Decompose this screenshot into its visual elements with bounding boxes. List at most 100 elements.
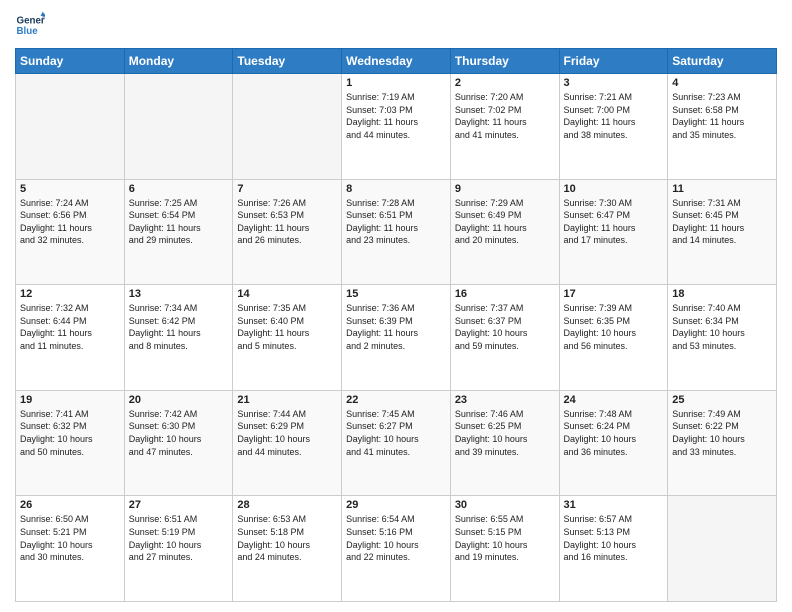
calendar-cell: 23 Sunrise: 7:46 AM Sunset: 6:25 PM Dayli… [450,390,559,496]
day-number: 31 [564,499,664,511]
day-number: 30 [455,499,555,511]
day-number: 15 [346,288,446,300]
day-info: Sunrise: 7:45 AM Sunset: 6:27 PM Dayligh… [346,408,446,458]
calendar-table: SundayMondayTuesdayWednesdayThursdayFrid… [15,48,777,602]
calendar-week-row: 5 Sunrise: 7:24 AM Sunset: 6:56 PM Daylig… [16,179,777,285]
calendar-cell: 7 Sunrise: 7:26 AM Sunset: 6:53 PM Daylig… [233,179,342,285]
calendar-week-row: 26 Sunrise: 6:50 AM Sunset: 5:21 PM Dayli… [16,496,777,602]
day-info: Sunrise: 7:19 AM Sunset: 7:03 PM Dayligh… [346,91,446,141]
day-number: 10 [564,183,664,195]
weekday-header: Friday [559,49,668,74]
day-info: Sunrise: 7:36 AM Sunset: 6:39 PM Dayligh… [346,302,446,352]
calendar-cell: 14 Sunrise: 7:35 AM Sunset: 6:40 PM Dayli… [233,285,342,391]
day-info: Sunrise: 7:46 AM Sunset: 6:25 PM Dayligh… [455,408,555,458]
day-info: Sunrise: 6:51 AM Sunset: 5:19 PM Dayligh… [129,513,229,563]
day-info: Sunrise: 7:44 AM Sunset: 6:29 PM Dayligh… [237,408,337,458]
calendar-cell: 26 Sunrise: 6:50 AM Sunset: 5:21 PM Dayli… [16,496,125,602]
calendar-cell: 16 Sunrise: 7:37 AM Sunset: 6:37 PM Dayli… [450,285,559,391]
weekday-header: Sunday [16,49,125,74]
day-number: 7 [237,183,337,195]
calendar-header-row: SundayMondayTuesdayWednesdayThursdayFrid… [16,49,777,74]
calendar-cell: 19Sunrise: 7:41 AM Sunset: 6:32 PM Dayli… [16,390,125,496]
day-info: Sunrise: 7:21 AM Sunset: 7:00 PM Dayligh… [564,91,664,141]
day-number: 3 [564,77,664,89]
calendar-cell: 6 Sunrise: 7:25 AM Sunset: 6:54 PM Daylig… [124,179,233,285]
calendar-cell: 12 Sunrise: 7:32 AM Sunset: 6:44 PM Dayli… [16,285,125,391]
day-info: Sunrise: 6:53 AM Sunset: 5:18 PM Dayligh… [237,513,337,563]
calendar-week-row: 19Sunrise: 7:41 AM Sunset: 6:32 PM Dayli… [16,390,777,496]
page-container: General Blue SundayMondayTuesdayWednesda… [0,0,792,612]
day-info: Sunrise: 6:54 AM Sunset: 5:16 PM Dayligh… [346,513,446,563]
day-number: 4 [672,77,772,89]
day-number: 14 [237,288,337,300]
day-info: Sunrise: 7:48 AM Sunset: 6:24 PM Dayligh… [564,408,664,458]
calendar-cell: 25 Sunrise: 7:49 AM Sunset: 6:22 PM Dayli… [668,390,777,496]
day-number: 26 [20,499,120,511]
day-info: Sunrise: 7:42 AM Sunset: 6:30 PM Dayligh… [129,408,229,458]
page-header: General Blue [15,10,777,40]
day-info: Sunrise: 7:39 AM Sunset: 6:35 PM Dayligh… [564,302,664,352]
day-info: Sunrise: 7:23 AM Sunset: 6:58 PM Dayligh… [672,91,772,141]
calendar-cell [124,74,233,180]
calendar-cell: 11 Sunrise: 7:31 AM Sunset: 6:45 PM Dayli… [668,179,777,285]
day-number: 11 [672,183,772,195]
day-number: 23 [455,394,555,406]
calendar-cell: 29 Sunrise: 6:54 AM Sunset: 5:16 PM Dayli… [342,496,451,602]
calendar-cell [16,74,125,180]
calendar-cell: 5 Sunrise: 7:24 AM Sunset: 6:56 PM Daylig… [16,179,125,285]
day-info: Sunrise: 7:24 AM Sunset: 6:56 PM Dayligh… [20,197,120,247]
svg-text:General: General [17,16,46,27]
day-info: Sunrise: 7:28 AM Sunset: 6:51 PM Dayligh… [346,197,446,247]
day-number: 1 [346,77,446,89]
logo-icon: General Blue [15,10,45,40]
calendar-cell: 27 Sunrise: 6:51 AM Sunset: 5:19 PM Dayli… [124,496,233,602]
day-info: Sunrise: 7:34 AM Sunset: 6:42 PM Dayligh… [129,302,229,352]
calendar-cell: 24 Sunrise: 7:48 AM Sunset: 6:24 PM Dayli… [559,390,668,496]
weekday-header: Wednesday [342,49,451,74]
day-number: 25 [672,394,772,406]
day-number: 29 [346,499,446,511]
calendar-cell: 31Sunrise: 6:57 AM Sunset: 5:13 PM Dayli… [559,496,668,602]
weekday-header: Monday [124,49,233,74]
day-number: 12 [20,288,120,300]
day-info: Sunrise: 7:29 AM Sunset: 6:49 PM Dayligh… [455,197,555,247]
day-number: 28 [237,499,337,511]
calendar-cell: 13 Sunrise: 7:34 AM Sunset: 6:42 PM Dayli… [124,285,233,391]
day-number: 19 [20,394,120,406]
day-number: 6 [129,183,229,195]
day-info: Sunrise: 7:49 AM Sunset: 6:22 PM Dayligh… [672,408,772,458]
calendar-cell: 22Sunrise: 7:45 AM Sunset: 6:27 PM Dayli… [342,390,451,496]
weekday-header: Thursday [450,49,559,74]
day-number: 17 [564,288,664,300]
day-number: 13 [129,288,229,300]
weekday-header: Tuesday [233,49,342,74]
logo: General Blue [15,10,49,40]
day-info: Sunrise: 7:32 AM Sunset: 6:44 PM Dayligh… [20,302,120,352]
calendar-cell: 1 Sunrise: 7:19 AM Sunset: 7:03 PM Daylig… [342,74,451,180]
day-info: Sunrise: 7:25 AM Sunset: 6:54 PM Dayligh… [129,197,229,247]
day-number: 16 [455,288,555,300]
day-info: Sunrise: 6:55 AM Sunset: 5:15 PM Dayligh… [455,513,555,563]
day-info: Sunrise: 7:40 AM Sunset: 6:34 PM Dayligh… [672,302,772,352]
calendar-cell: 18 Sunrise: 7:40 AM Sunset: 6:34 PM Dayli… [668,285,777,391]
calendar-cell [233,74,342,180]
calendar-cell: 10 Sunrise: 7:30 AM Sunset: 6:47 PM Dayli… [559,179,668,285]
day-info: Sunrise: 7:35 AM Sunset: 6:40 PM Dayligh… [237,302,337,352]
day-info: Sunrise: 7:26 AM Sunset: 6:53 PM Dayligh… [237,197,337,247]
day-info: Sunrise: 7:31 AM Sunset: 6:45 PM Dayligh… [672,197,772,247]
day-info: Sunrise: 6:50 AM Sunset: 5:21 PM Dayligh… [20,513,120,563]
day-number: 27 [129,499,229,511]
day-number: 8 [346,183,446,195]
calendar-cell: 15 Sunrise: 7:36 AM Sunset: 6:39 PM Dayli… [342,285,451,391]
day-number: 5 [20,183,120,195]
calendar-cell: 9Sunrise: 7:29 AM Sunset: 6:49 PM Daylig… [450,179,559,285]
day-number: 24 [564,394,664,406]
day-info: Sunrise: 7:30 AM Sunset: 6:47 PM Dayligh… [564,197,664,247]
calendar-cell: 3 Sunrise: 7:21 AM Sunset: 7:00 PM Daylig… [559,74,668,180]
day-number: 2 [455,77,555,89]
calendar-cell: 20Sunrise: 7:42 AM Sunset: 6:30 PM Dayli… [124,390,233,496]
day-info: Sunrise: 7:37 AM Sunset: 6:37 PM Dayligh… [455,302,555,352]
calendar-cell: 21Sunrise: 7:44 AM Sunset: 6:29 PM Dayli… [233,390,342,496]
calendar-cell: 28 Sunrise: 6:53 AM Sunset: 5:18 PM Dayli… [233,496,342,602]
day-number: 18 [672,288,772,300]
